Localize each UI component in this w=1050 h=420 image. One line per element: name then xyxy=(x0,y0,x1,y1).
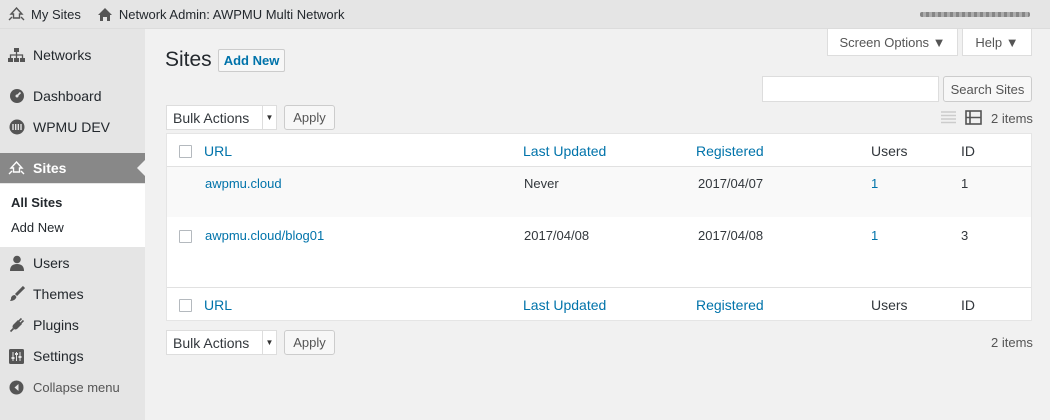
sites-table: URL Last Updated Registered Users ID awp… xyxy=(166,133,1032,321)
page-title: Sites xyxy=(165,48,212,71)
apply-button-bottom[interactable]: Apply xyxy=(284,330,335,355)
bulk-actions-select-top[interactable]: Bulk Actions ▼ xyxy=(166,105,277,130)
search-sites-button[interactable]: Search Sites xyxy=(943,76,1032,102)
sidebar-item-label: Settings xyxy=(33,348,84,364)
site-url-link[interactable]: awpmu.cloud/blog01 xyxy=(205,228,324,243)
sidebar-item-label: Dashboard xyxy=(33,88,102,104)
submenu-add-new[interactable]: Add New xyxy=(11,220,64,235)
column-header-id: ID xyxy=(961,143,975,159)
site-registered: 2017/04/07 xyxy=(698,176,764,191)
my-sites-label: My Sites xyxy=(31,6,81,22)
select-all-checkbox-footer[interactable] xyxy=(179,299,192,312)
excerpt-view-icon[interactable] xyxy=(965,110,982,125)
sidebar-item-label: Sites xyxy=(33,160,67,176)
dropdown-arrow-icon: ▼ xyxy=(262,331,276,354)
sidebar-item-label: Users xyxy=(33,255,70,271)
column-footer-registered[interactable]: Registered xyxy=(696,297,764,313)
items-count-bottom: 2 items xyxy=(991,335,1033,350)
sidebar-item-label: Plugins xyxy=(33,317,79,333)
bulk-actions-label: Bulk Actions xyxy=(173,334,250,351)
wpmudev-icon xyxy=(8,119,25,136)
sidebar-item-label: WPMU DEV xyxy=(33,119,110,135)
my-sites-icon xyxy=(8,6,25,20)
sites-submenu: All Sites Add New xyxy=(0,184,145,247)
column-footer-users: Users xyxy=(871,297,908,313)
site-id: 3 xyxy=(961,228,969,243)
collapse-menu-label: Collapse menu xyxy=(33,379,120,395)
table-row: awpmu.cloud/blog01 2017/04/08 2017/04/08… xyxy=(167,217,1031,287)
help-button[interactable]: Help ▼ xyxy=(962,29,1032,56)
collapse-menu-button[interactable]: Collapse menu xyxy=(0,372,145,402)
column-footer-last-updated[interactable]: Last Updated xyxy=(523,297,606,313)
network-admin-link[interactable]: Network Admin: AWPMU Multi Network xyxy=(89,0,353,29)
admin-bar: My Sites Network Admin: AWPMU Multi Netw… xyxy=(0,0,1050,29)
site-last-updated: 2017/04/08 xyxy=(524,228,590,243)
network-admin-label: Network Admin: AWPMU Multi Network xyxy=(118,6,345,22)
apply-button-top[interactable]: Apply xyxy=(284,105,335,130)
site-users-link[interactable]: 1 xyxy=(871,228,878,243)
screen-options-button[interactable]: Screen Options ▼ xyxy=(827,29,958,56)
sidebar-item-dashboard[interactable]: Dashboard xyxy=(0,81,145,111)
items-count-top: 2 items xyxy=(991,111,1033,126)
sidebar-item-themes[interactable]: Themes xyxy=(0,279,145,309)
sidebar-item-networks[interactable]: Networks xyxy=(0,40,145,70)
table-header-row: URL Last Updated Registered Users ID xyxy=(167,134,1031,167)
column-footer-id: ID xyxy=(961,297,975,313)
user-icon xyxy=(8,255,25,272)
column-header-registered[interactable]: Registered xyxy=(696,143,764,159)
table-footer-row: URL Last Updated Registered Users ID xyxy=(167,287,1031,320)
settings-icon xyxy=(8,348,25,365)
sites-icon xyxy=(8,160,25,177)
collapse-arrow-icon xyxy=(8,379,25,396)
bulk-actions-select-bottom[interactable]: Bulk Actions ▼ xyxy=(166,330,277,355)
home-icon xyxy=(97,7,112,21)
dropdown-arrow-icon: ▼ xyxy=(262,106,276,129)
column-footer-url[interactable]: URL xyxy=(204,297,232,313)
bulk-actions-label: Bulk Actions xyxy=(173,109,250,126)
plug-icon xyxy=(8,317,25,334)
my-sites-link[interactable]: My Sites xyxy=(0,0,89,29)
site-registered: 2017/04/08 xyxy=(698,228,764,243)
select-all-checkbox[interactable] xyxy=(179,145,192,158)
column-header-url[interactable]: URL xyxy=(204,143,232,159)
sidebar-item-users[interactable]: Users xyxy=(0,248,145,278)
search-sites-input[interactable] xyxy=(762,76,939,102)
site-users-link[interactable]: 1 xyxy=(871,176,878,191)
column-header-users: Users xyxy=(871,143,908,159)
sidebar-item-wpmudev[interactable]: WPMU DEV xyxy=(0,112,145,142)
site-url-link[interactable]: awpmu.cloud xyxy=(205,176,282,191)
site-last-updated: Never xyxy=(524,176,559,191)
sidebar-item-label: Themes xyxy=(33,286,84,302)
user-account-redacted[interactable] xyxy=(920,12,1030,17)
sidebar-item-label: Networks xyxy=(33,47,92,63)
add-new-site-button[interactable]: Add New xyxy=(218,49,285,72)
list-view-icon[interactable] xyxy=(940,110,957,125)
dashboard-icon xyxy=(8,88,25,105)
submenu-all-sites[interactable]: All Sites xyxy=(11,195,62,210)
sitemap-icon xyxy=(8,47,25,64)
row-checkbox[interactable] xyxy=(179,230,192,243)
table-row: awpmu.cloud Never 2017/04/07 1 1 xyxy=(167,167,1031,217)
brush-icon xyxy=(8,286,25,303)
site-id: 1 xyxy=(961,176,969,191)
sidebar-item-plugins[interactable]: Plugins xyxy=(0,310,145,340)
admin-sidebar: Networks Dashboard WPMU DEV Sites All Si… xyxy=(0,29,145,420)
sidebar-item-settings[interactable]: Settings xyxy=(0,341,145,371)
column-header-last-updated[interactable]: Last Updated xyxy=(523,143,606,159)
sidebar-item-sites[interactable]: Sites xyxy=(0,153,145,183)
